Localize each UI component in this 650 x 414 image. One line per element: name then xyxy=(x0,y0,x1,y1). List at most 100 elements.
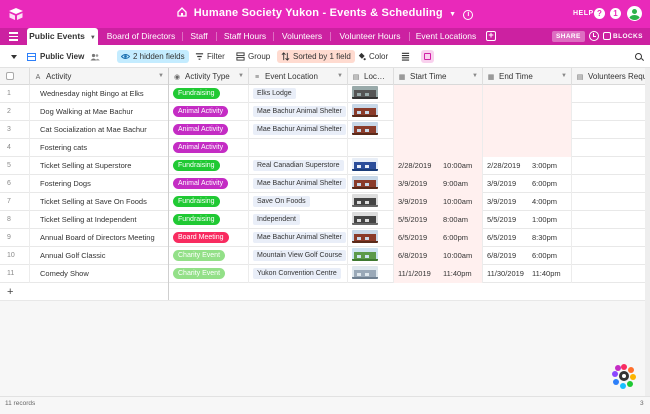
hidden-fields-button[interactable]: 2 hidden fields xyxy=(117,50,189,63)
table-row[interactable]: 5 Ticket Selling at Superstore Fundraising… xyxy=(0,157,650,175)
cell-event-location[interactable]: Independent xyxy=(249,211,348,229)
location-thumbnail[interactable] xyxy=(352,248,378,261)
cell-volunteers-requested[interactable] xyxy=(572,157,650,175)
cell-activity-type[interactable]: Animal Activity xyxy=(169,103,249,121)
cell-activity[interactable]: Wednesday night Bingo at Elks xyxy=(30,85,169,103)
add-record-row[interactable]: + xyxy=(0,283,650,301)
table-row[interactable]: 6 Fostering Dogs Animal Activity Mae Bachur… xyxy=(0,175,650,193)
linked-location-chip[interactable]: Mae Bachur Animal Shelter xyxy=(253,178,346,189)
cell-start-time[interactable]: 5/5/2019 8:00am xyxy=(394,211,483,229)
linked-location-chip[interactable]: Mae Bachur Animal Shelter xyxy=(253,106,346,117)
table-row[interactable]: 3 Cat Socialization at Mae Bachur Animal A… xyxy=(0,121,650,139)
table-row[interactable]: 1 Wednesday night Bingo at Elks Fundraisin… xyxy=(0,85,650,103)
cell-activity[interactable]: Cat Socialization at Mae Bachur xyxy=(30,121,169,139)
tab-event-locations[interactable]: Event Locations xyxy=(412,28,480,45)
cell-volunteers-requested[interactable] xyxy=(572,229,650,247)
table-row[interactable]: 7 Ticket Selling at Save On Foods Fundrais… xyxy=(0,193,650,211)
table-row[interactable]: 4 Fostering cats Animal Activity xyxy=(0,139,650,157)
chevron-down-icon[interactable]: ▼ xyxy=(337,68,343,85)
cell-event-location[interactable]: Mountain View Golf Course xyxy=(249,247,348,265)
add-record-icon[interactable]: + xyxy=(7,286,13,298)
location-thumbnail[interactable] xyxy=(352,212,378,225)
cell-volunteers-requested[interactable] xyxy=(572,139,650,157)
location-thumbnail[interactable] xyxy=(352,230,378,243)
cell-event-location[interactable]: Yukon Convention Centre xyxy=(249,265,348,283)
location-thumbnail[interactable] xyxy=(352,194,378,207)
cell-start-time[interactable]: 11/1/2019 11:40pm xyxy=(394,265,483,283)
chevron-down-icon[interactable]: ▼ xyxy=(449,11,456,18)
collaborators-icon[interactable] xyxy=(90,53,100,61)
cell-start-time[interactable] xyxy=(394,85,483,103)
views-sidebar-toggle-icon[interactable] xyxy=(11,55,17,59)
tab-public-events[interactable]: Public Events ▼ xyxy=(27,28,98,45)
column-header-end-time[interactable]: ▦ End Time ▼ xyxy=(483,68,572,85)
linked-location-chip[interactable]: Real Canadian Superstore xyxy=(253,160,344,171)
cell-volunteers-requested[interactable] xyxy=(572,265,650,283)
sort-button[interactable]: Sorted by 1 field xyxy=(277,50,355,63)
cell-start-time[interactable]: 6/8/2019 10:00am xyxy=(394,247,483,265)
cell-activity[interactable]: Fostering cats xyxy=(30,139,169,157)
cell-event-location[interactable]: Elks Lodge xyxy=(249,85,348,103)
linked-location-chip[interactable]: Mae Bachur Animal Shelter xyxy=(253,232,346,243)
linked-location-chip[interactable]: Yukon Convention Centre xyxy=(253,268,341,279)
table-row[interactable]: 2 Dog Walking at Mae Bachur Animal Activit… xyxy=(0,103,650,121)
cell-event-location[interactable]: Mae Bachur Animal Shelter xyxy=(249,121,348,139)
cell-activity[interactable]: Annual Golf Classic xyxy=(30,247,169,265)
color-button[interactable]: Color xyxy=(357,50,388,63)
vertical-scrollbar[interactable] xyxy=(645,68,650,396)
location-thumbnail[interactable] xyxy=(352,158,378,171)
cell-location-image[interactable] xyxy=(348,85,394,103)
cell-volunteers-requested[interactable] xyxy=(572,193,650,211)
cell-location-image[interactable] xyxy=(348,229,394,247)
cell-activity-type[interactable]: Charity Event xyxy=(169,247,249,265)
cell-location-image[interactable] xyxy=(348,193,394,211)
cell-activity-type[interactable]: Fundraising xyxy=(169,85,249,103)
cell-event-location[interactable]: Mae Bachur Animal Shelter xyxy=(249,103,348,121)
blocks-button[interactable]: BLOCKS xyxy=(603,32,643,40)
location-thumbnail[interactable] xyxy=(352,266,378,279)
chevron-down-icon[interactable]: ▼ xyxy=(238,68,244,85)
cell-end-time[interactable] xyxy=(483,85,572,103)
column-header-activity-type[interactable]: ◉ Activity Type ▼ xyxy=(169,68,249,85)
row-height-icon[interactable] xyxy=(401,52,410,61)
user-avatar[interactable] xyxy=(627,6,642,21)
cell-end-time[interactable]: 3/9/2019 6:00pm xyxy=(483,175,572,193)
tab-staff[interactable]: Staff xyxy=(184,28,214,45)
cell-activity[interactable]: Ticket Selling at Independent xyxy=(30,211,169,229)
cell-activity-type[interactable]: Charity Event xyxy=(169,265,249,283)
cell-activity[interactable]: Ticket Selling at Save On Foods xyxy=(30,193,169,211)
cell-volunteers-requested[interactable] xyxy=(572,103,650,121)
cell-activity-type[interactable]: Animal Activity xyxy=(169,121,249,139)
cell-location-image[interactable] xyxy=(348,121,394,139)
linked-location-chip[interactable]: Mae Bachur Animal Shelter xyxy=(253,124,346,135)
location-thumbnail[interactable] xyxy=(352,176,378,189)
cell-activity-type[interactable]: Fundraising xyxy=(169,193,249,211)
filter-button[interactable]: Filter xyxy=(195,50,225,63)
cell-start-time[interactable]: 3/9/2019 10:00am xyxy=(394,193,483,211)
help-link[interactable]: HELP xyxy=(573,10,594,17)
cell-start-time[interactable]: 3/9/2019 9:00am xyxy=(394,175,483,193)
chevron-down-icon[interactable]: ▼ xyxy=(90,35,96,41)
cell-end-time[interactable] xyxy=(483,103,572,121)
help-question-icon[interactable]: ? xyxy=(594,8,605,19)
share-view-icon[interactable] xyxy=(421,50,434,63)
cell-activity-type[interactable]: Animal Activity xyxy=(169,139,249,157)
cell-activity-type[interactable]: Fundraising xyxy=(169,157,249,175)
table-row[interactable]: 10 Annual Golf Classic Charity Event Mounta… xyxy=(0,247,650,265)
cell-volunteers-requested[interactable] xyxy=(572,247,650,265)
cell-activity-type[interactable]: Board Meeting xyxy=(169,229,249,247)
location-thumbnail[interactable] xyxy=(352,104,378,117)
notification-icon[interactable]: 1 xyxy=(610,8,621,19)
column-header-event-location[interactable]: ≡ Event Location ▼ xyxy=(249,68,348,85)
hamburger-menu-icon[interactable] xyxy=(9,32,18,41)
cell-location-image[interactable] xyxy=(348,103,394,121)
select-all-header[interactable] xyxy=(0,68,30,85)
cell-start-time[interactable] xyxy=(394,121,483,139)
cell-activity[interactable]: Comedy Show xyxy=(30,265,169,283)
cell-end-time[interactable]: 3/9/2019 4:00pm xyxy=(483,193,572,211)
tab-board-of-directors[interactable]: Board of Directors xyxy=(102,28,180,45)
column-header-volunteers-requested[interactable]: ▤ Volunteers Requeste xyxy=(572,68,650,85)
blocks-launcher-icon[interactable] xyxy=(611,363,637,389)
column-header-start-time[interactable]: ▦ Start Time ▼ xyxy=(394,68,483,85)
cell-event-location[interactable]: Mae Bachur Animal Shelter xyxy=(249,175,348,193)
